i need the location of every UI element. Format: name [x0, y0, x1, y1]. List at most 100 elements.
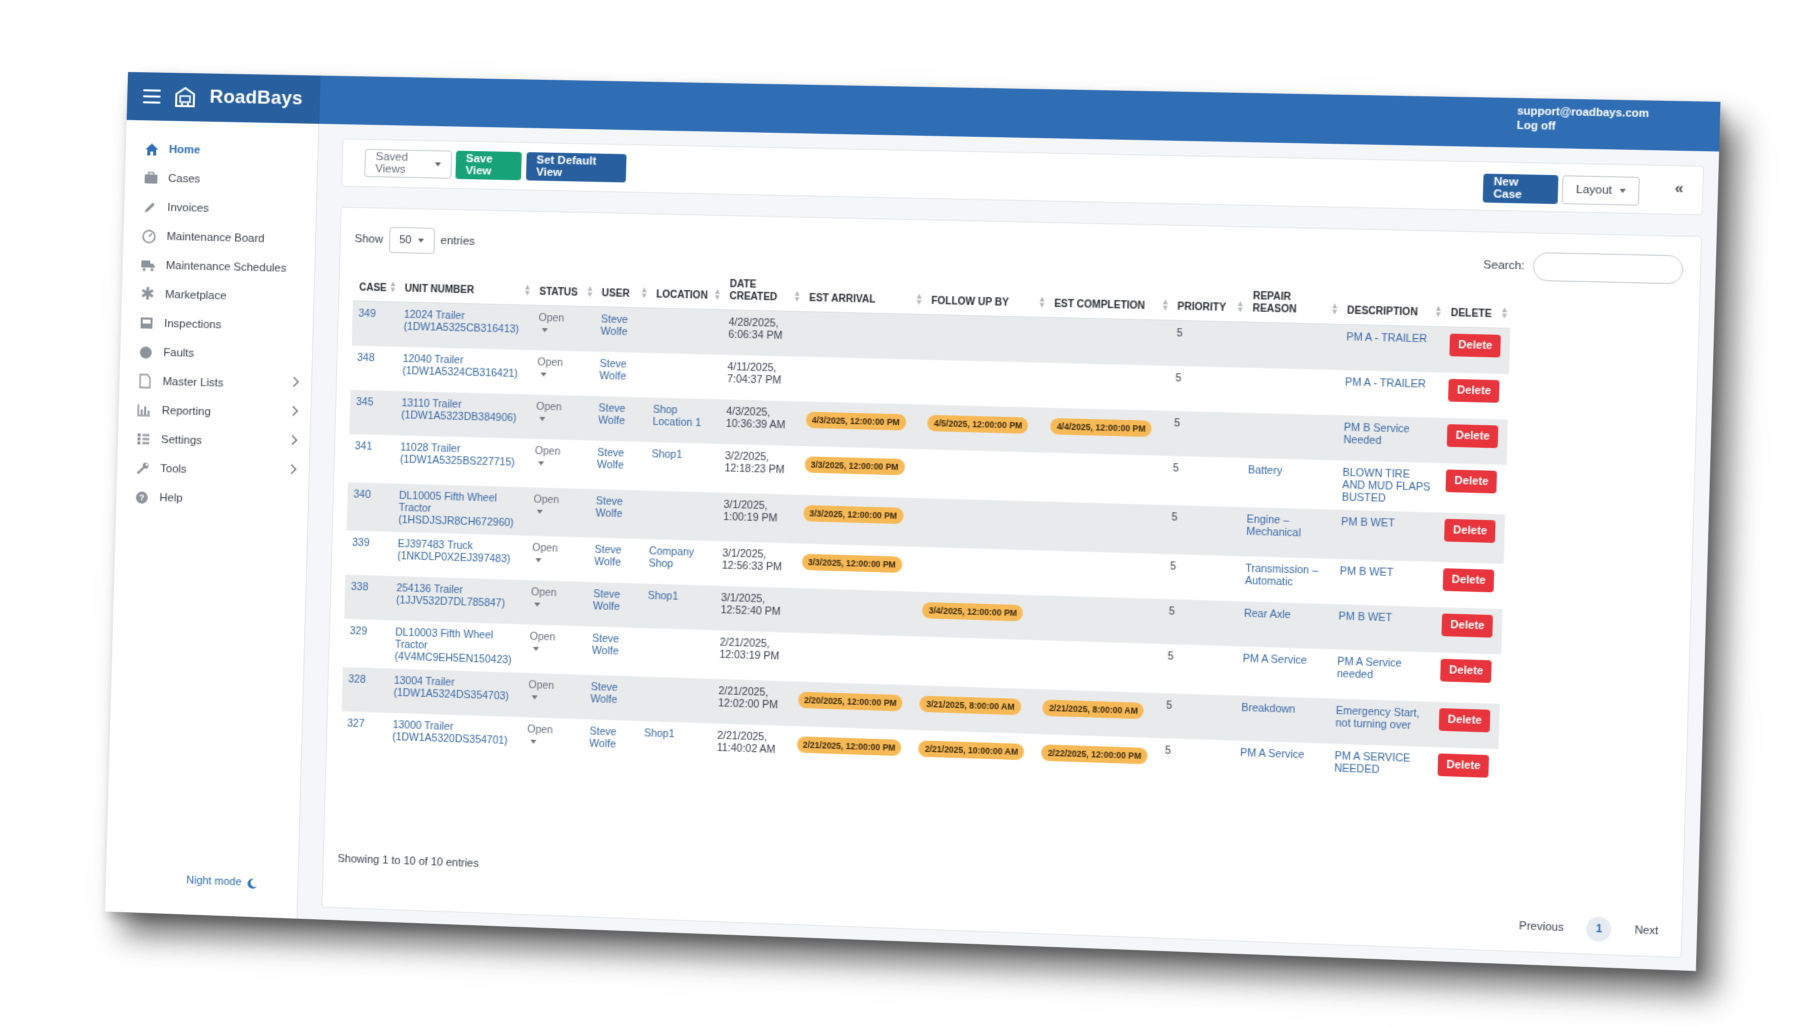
status-dropdown[interactable]: Open: [530, 630, 556, 643]
case-link[interactable]: 329: [350, 625, 368, 638]
delete-button[interactable]: Delete: [1448, 378, 1500, 403]
saved-views-dropdown[interactable]: Saved Views: [364, 148, 453, 179]
user-link[interactable]: Steve Wolfe: [601, 313, 629, 338]
reason-link[interactable]: PM A Service: [1240, 746, 1305, 760]
sidebar-item-invoices[interactable]: Invoices: [124, 192, 316, 225]
save-view-button[interactable]: Save View: [455, 150, 522, 181]
column-header[interactable]: Est Arrival ▲ ▼: [802, 272, 926, 315]
case-link[interactable]: 348: [357, 351, 375, 363]
case-link[interactable]: 345: [356, 396, 374, 409]
case-link[interactable]: 340: [353, 488, 371, 501]
column-header[interactable]: Location ▲ ▼: [649, 269, 725, 310]
delete-button[interactable]: Delete: [1439, 707, 1491, 732]
location-link[interactable]: Shop1: [648, 589, 679, 602]
reason-link[interactable]: Engine – Mechanical: [1246, 513, 1301, 539]
status-dropdown[interactable]: Open: [535, 445, 561, 458]
delete-button[interactable]: Delete: [1440, 658, 1492, 683]
reason-link[interactable]: PM A Service: [1243, 652, 1308, 666]
night-mode-toggle[interactable]: Night mode: [186, 874, 258, 889]
user-link[interactable]: Steve Wolfe: [589, 725, 617, 750]
description-link[interactable]: PM A - TRAILER: [1346, 331, 1427, 345]
unit-link[interactable]: 254136 Trailer (1JJV532D7DL785847): [396, 582, 505, 609]
next-page-button[interactable]: Next: [1634, 924, 1658, 937]
delete-button[interactable]: Delete: [1437, 752, 1490, 778]
status-dropdown[interactable]: Open: [531, 586, 557, 599]
sidebar-item-cases[interactable]: Cases: [125, 163, 317, 196]
unit-link[interactable]: EJ397483 Truck (1NKDLP0X2EJ397483): [397, 537, 510, 564]
previous-page-button[interactable]: Previous: [1519, 920, 1564, 934]
column-header[interactable]: User ▲ ▼: [595, 267, 651, 308]
user-link[interactable]: Steve Wolfe: [593, 588, 621, 613]
collapse-panel-icon[interactable]: «: [1674, 180, 1683, 198]
location-link[interactable]: Shop1: [644, 727, 675, 740]
entries-select[interactable]: 50: [388, 226, 435, 254]
status-dropdown[interactable]: Open: [538, 312, 564, 325]
column-header[interactable]: Status ▲ ▼: [532, 266, 597, 307]
location-link[interactable]: Shop Location 1: [652, 403, 701, 429]
new-case-button[interactable]: New Case: [1482, 173, 1559, 205]
unit-link[interactable]: 11028 Trailer (1DW1A5325BS227715): [400, 441, 515, 468]
case-link[interactable]: 349: [358, 308, 376, 320]
sidebar-item-inspections[interactable]: Inspections: [121, 308, 313, 342]
description-link[interactable]: PM A SERVICE NEEDED: [1334, 749, 1410, 775]
description-link[interactable]: PM B Service Needed: [1343, 421, 1409, 447]
case-link[interactable]: 339: [352, 536, 370, 549]
unit-link[interactable]: 13000 Trailer (1DW1A5320DS354701): [392, 718, 508, 746]
delete-button[interactable]: Delete: [1449, 333, 1502, 358]
location-link[interactable]: Shop1: [652, 448, 683, 461]
user-link[interactable]: Steve Wolfe: [592, 632, 620, 657]
logoff-link[interactable]: Log off: [1517, 119, 1649, 136]
description-link[interactable]: PM B WET: [1341, 515, 1395, 529]
page-1-button[interactable]: 1: [1586, 916, 1612, 943]
user-link[interactable]: Steve Wolfe: [597, 446, 625, 471]
user-link[interactable]: Steve Wolfe: [599, 357, 627, 382]
set-default-view-button[interactable]: Set Default View: [525, 152, 627, 183]
delete-button[interactable]: Delete: [1442, 567, 1495, 592]
reason-link[interactable]: Rear Axle: [1244, 607, 1291, 621]
column-header[interactable]: Description ▲ ▼: [1340, 284, 1446, 327]
description-link[interactable]: PM A - TRAILER: [1345, 376, 1426, 390]
status-dropdown[interactable]: Open: [532, 541, 558, 554]
delete-button[interactable]: Delete: [1446, 423, 1499, 448]
location-link[interactable]: Company Shop: [649, 545, 695, 570]
case-link[interactable]: 338: [351, 580, 369, 593]
layout-dropdown[interactable]: Layout: [1561, 175, 1640, 206]
description-link[interactable]: PM A Service needed: [1337, 655, 1402, 681]
column-header[interactable]: Date Created ▲ ▼: [722, 270, 804, 312]
column-header[interactable]: Priority ▲ ▼: [1170, 280, 1248, 323]
status-dropdown[interactable]: Open: [533, 493, 559, 506]
reason-link[interactable]: Battery: [1248, 464, 1283, 477]
status-dropdown[interactable]: Open: [536, 400, 562, 413]
column-header[interactable]: Unit Number ▲ ▼: [398, 263, 535, 306]
reason-link[interactable]: Transmission – Automatic: [1245, 562, 1319, 588]
sidebar-item-maintenance-schedules[interactable]: Maintenance Schedules: [122, 250, 314, 283]
delete-button[interactable]: Delete: [1441, 612, 1494, 638]
column-header[interactable]: Follow Up By ▲ ▼: [924, 275, 1049, 318]
unit-link[interactable]: 12024 Trailer (1DW1A5325CB316413): [403, 309, 519, 336]
status-dropdown[interactable]: Open: [537, 356, 563, 369]
case-link[interactable]: 341: [355, 440, 373, 453]
unit-link[interactable]: DL10003 Fifth Wheel Tractor (4V4MC9EH5EN…: [394, 626, 511, 666]
status-dropdown[interactable]: Open: [527, 723, 553, 736]
user-link[interactable]: Steve Wolfe: [590, 681, 618, 706]
search-input[interactable]: [1532, 252, 1684, 285]
unit-link[interactable]: 12040 Trailer (1DW1A5324CB316421): [402, 352, 518, 379]
sidebar-item-home[interactable]: Home: [126, 134, 318, 167]
description-link[interactable]: PM B WET: [1338, 610, 1392, 624]
case-link[interactable]: 328: [348, 673, 366, 686]
menu-icon[interactable]: [142, 89, 161, 104]
description-link[interactable]: BLOWN TIRE AND MUD FLAPS BUSTED: [1342, 466, 1431, 504]
user-link[interactable]: Steve Wolfe: [596, 495, 624, 520]
sidebar-item-marketplace[interactable]: ✱ Marketplace: [122, 279, 314, 313]
column-header[interactable]: Est Completion ▲ ▼: [1047, 278, 1173, 321]
column-header[interactable]: Repair Reason ▲ ▼: [1245, 282, 1342, 325]
sidebar-item-help[interactable]: ? Help: [116, 482, 308, 516]
user-link[interactable]: Steve Wolfe: [594, 543, 622, 568]
delete-button[interactable]: Delete: [1444, 518, 1496, 543]
status-dropdown[interactable]: Open: [528, 679, 554, 692]
case-link[interactable]: 327: [347, 717, 365, 730]
unit-link[interactable]: 13004 Trailer (1DW1A5324DS354703): [393, 674, 509, 702]
brand[interactable]: RoadBays: [126, 72, 321, 124]
user-link[interactable]: Steve Wolfe: [598, 402, 626, 427]
column-header[interactable]: Case ▲ ▼: [352, 262, 400, 302]
